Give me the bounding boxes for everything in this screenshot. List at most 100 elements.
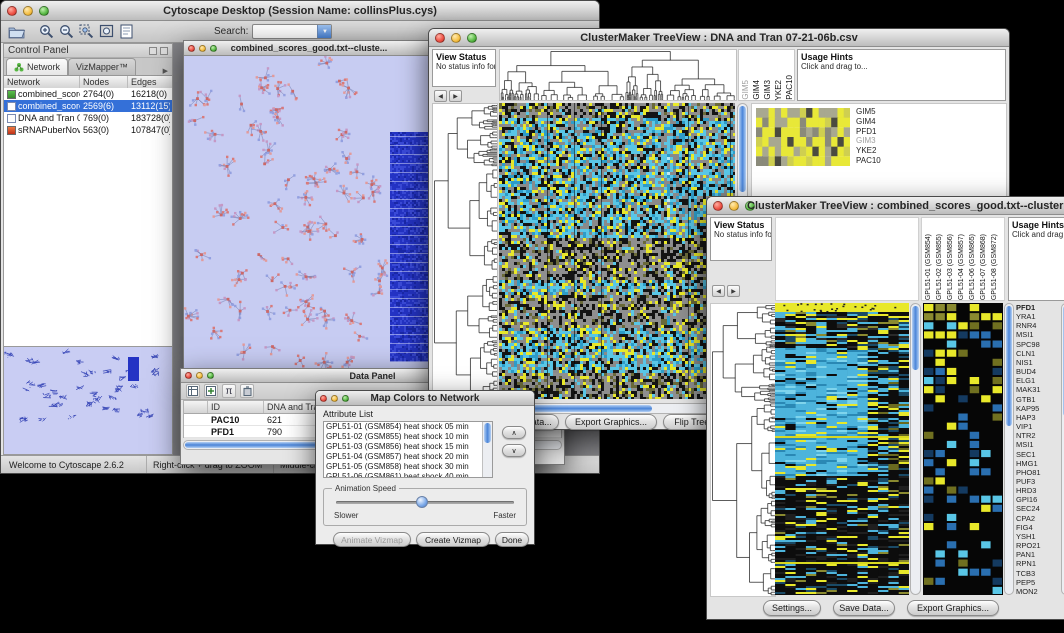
gene-label[interactable]: PFD1 <box>856 127 881 137</box>
gene-label[interactable]: PHO81 <box>1016 468 1060 477</box>
gene-label[interactable]: GTB1 <box>1016 395 1060 404</box>
tv2-heatmap[interactable] <box>775 303 909 595</box>
create-attribute-icon[interactable] <box>204 384 218 398</box>
column-label[interactable]: GPL51-01 (GSM854) <box>923 234 934 300</box>
treeview-dna-titlebar[interactable]: ClusterMaker TreeView : DNA and Tran 07-… <box>429 29 1009 47</box>
gene-label[interactable]: PUF3 <box>1016 477 1060 486</box>
column-label[interactable]: GIM4 <box>751 80 762 100</box>
scroll-right-icon[interactable]: ▶ <box>727 285 740 297</box>
function-builder-icon[interactable]: π <box>222 384 236 398</box>
tv1-column-dendrogram[interactable] <box>499 49 737 101</box>
network-row[interactable]: combined_scores 2764(0) 16218(0) <box>4 88 172 100</box>
gene-label[interactable]: MSI1 <box>1016 330 1060 339</box>
gene-label[interactable]: SEC24 <box>1016 504 1060 513</box>
export-graphics-button[interactable]: Export Graphics... <box>565 414 657 430</box>
zoom-fit-icon[interactable] <box>97 23 115 41</box>
scrollbar-thumb[interactable] <box>739 106 746 192</box>
tv1-heatmap[interactable] <box>499 103 735 399</box>
column-label[interactable]: GPL51-06 (GSM865) <box>967 234 978 300</box>
gene-label[interactable]: ELG1 <box>1016 376 1060 385</box>
gene-label[interactable]: GPI16 <box>1016 495 1060 504</box>
gene-label[interactable]: RPO21 <box>1016 541 1060 550</box>
select-attributes-icon[interactable] <box>186 384 200 398</box>
gene-label[interactable]: CPA2 <box>1016 514 1060 523</box>
attribute-item[interactable]: GPL51-06 (GSM861) heat shock 40 min <box>326 472 492 478</box>
move-up-button[interactable]: ∧ <box>502 426 526 439</box>
attribute-list[interactable]: GPL51-01 (GSM854) heat shock 05 minGPL51… <box>323 421 493 478</box>
gene-label[interactable]: CLN1 <box>1016 349 1060 358</box>
gene-label[interactable]: HRD3 <box>1016 486 1060 495</box>
tv1-summary-heatmap[interactable] <box>756 108 850 166</box>
gene-label[interactable]: FIG4 <box>1016 523 1060 532</box>
gene-label[interactable]: MAK31 <box>1016 385 1060 394</box>
gene-label[interactable]: PFD1 <box>1016 303 1060 312</box>
column-label[interactable]: GIM3 <box>762 80 773 100</box>
main-window-titlebar[interactable]: Cytoscape Desktop (Session Name: collins… <box>1 1 599 21</box>
gene-label[interactable]: GIM4 <box>856 117 881 127</box>
tv2-selection-vscrollbar[interactable] <box>1004 303 1014 595</box>
scrollbar-thumb[interactable] <box>1006 306 1012 426</box>
zoom-in-icon[interactable] <box>37 23 55 41</box>
gene-label[interactable]: MSI1 <box>1016 440 1060 449</box>
search-input[interactable]: ▼ <box>252 24 332 39</box>
scrollbar-thumb[interactable] <box>484 423 491 443</box>
attribute-item[interactable]: GPL51-03 (GSM856) heat shock 15 min <box>326 442 492 452</box>
slider-thumb[interactable] <box>416 496 428 508</box>
network-row[interactable]: DNA and Tran 07-21-06b.csv 769(0) 183728… <box>4 112 172 124</box>
network-row[interactable]: combined_scores_good.txt--clustered 2569… <box>4 100 172 112</box>
column-label[interactable]: YKE2 <box>773 80 784 100</box>
map-colors-titlebar[interactable]: Map Colors to Network <box>316 391 534 406</box>
gene-label[interactable]: MON2 <box>1016 587 1060 595</box>
tab-network[interactable]: Network <box>6 58 68 75</box>
tab-vizmapper[interactable]: VizMapper™ <box>68 58 136 75</box>
attribute-item[interactable]: GPL51-05 (GSM858) heat shock 30 min <box>326 462 492 472</box>
gene-label[interactable]: NTR2 <box>1016 431 1060 440</box>
column-label[interactable]: GPL51-02 (GSM855) <box>934 234 945 300</box>
zoom-selected-icon[interactable] <box>77 23 95 41</box>
column-label[interactable]: GIM5 <box>740 80 751 100</box>
zoom-out-icon[interactable] <box>57 23 75 41</box>
gene-label[interactable]: PAC10 <box>856 156 881 166</box>
treeview-combined-titlebar[interactable]: ClusterMaker TreeView : combined_scores_… <box>707 197 1064 215</box>
tv1-row-dendrogram[interactable] <box>432 103 498 401</box>
tv2-row-dendrogram[interactable] <box>710 303 776 597</box>
gene-label[interactable]: SPC98 <box>1016 340 1060 349</box>
column-label[interactable]: GPL51-07 (GSM868) <box>978 234 989 300</box>
network-overview[interactable] <box>4 346 172 454</box>
gene-label[interactable]: HMG1 <box>1016 459 1060 468</box>
search-dropdown-icon[interactable]: ▼ <box>317 25 331 38</box>
attribute-item[interactable]: GPL51-04 (GSM857) heat shock 20 min <box>326 452 492 462</box>
column-label[interactable]: GPL51-08 (GSM872) <box>989 234 1000 300</box>
column-label[interactable]: PAC10 <box>784 75 795 100</box>
network-overview-canvas[interactable] <box>4 347 172 454</box>
gene-label[interactable]: RPN1 <box>1016 559 1060 568</box>
gene-label[interactable]: GIM3 <box>856 136 881 146</box>
attribute-list-scrollbar[interactable] <box>482 422 492 477</box>
gene-label[interactable]: TCB3 <box>1016 569 1060 578</box>
gene-label[interactable]: GIM5 <box>856 107 881 117</box>
move-down-button[interactable]: ∨ <box>502 444 526 457</box>
gene-label[interactable]: HAP3 <box>1016 413 1060 422</box>
column-label[interactable]: GPL51-03 (GSM856) <box>945 234 956 300</box>
tv2-selection-heatmap[interactable] <box>923 303 1003 595</box>
gene-label[interactable]: NIS1 <box>1016 358 1060 367</box>
done-button[interactable]: Done <box>495 532 529 547</box>
gene-label[interactable]: YRA1 <box>1016 312 1060 321</box>
float-panel-icon[interactable] <box>149 47 157 55</box>
scroll-left-icon[interactable]: ◀ <box>434 90 447 102</box>
scroll-right-icon[interactable]: ▶ <box>449 90 462 102</box>
network-canvas[interactable] <box>184 56 434 369</box>
scroll-left-icon[interactable]: ◀ <box>712 285 725 297</box>
close-panel-icon[interactable] <box>160 47 168 55</box>
gene-label[interactable]: VIP1 <box>1016 422 1060 431</box>
create-vizmap-button[interactable]: Create Vizmap <box>416 532 490 547</box>
gene-label[interactable]: SEC1 <box>1016 450 1060 459</box>
network-row[interactable]: sRNAPuberNov2... 563(0) 107847(0) <box>4 124 172 136</box>
scrollbar-thumb[interactable] <box>912 306 919 370</box>
gene-label[interactable]: BUD4 <box>1016 367 1060 376</box>
gene-label[interactable]: RNR4 <box>1016 321 1060 330</box>
export-graphics-button[interactable]: Export Graphics... <box>907 600 999 616</box>
delete-attribute-icon[interactable] <box>240 384 254 398</box>
column-label[interactable]: GPL51-04 (GSM857) <box>956 234 967 300</box>
attribute-item[interactable]: GPL51-02 (GSM855) heat shock 10 min <box>326 432 492 442</box>
